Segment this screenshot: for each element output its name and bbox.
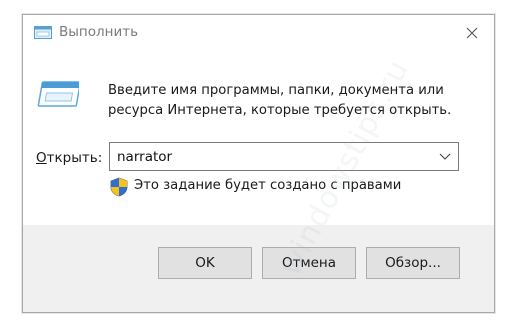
run-dialog: Выполнить Введите имя программы, папки, …	[22, 14, 495, 313]
cancel-button[interactable]: Отмена	[262, 247, 356, 279]
run-icon	[34, 26, 52, 39]
browse-button[interactable]: Обзор...	[366, 247, 460, 279]
open-label: Открыть:	[36, 150, 102, 166]
close-icon	[466, 27, 478, 39]
ok-button[interactable]: OK	[158, 247, 252, 279]
close-button[interactable]	[450, 15, 494, 51]
chevron-down-icon[interactable]	[438, 151, 452, 161]
dialog-description: Введите имя программы, папки, документа …	[108, 83, 452, 118]
title-bar[interactable]: Выполнить	[23, 15, 494, 51]
open-input[interactable]	[110, 143, 430, 170]
open-label-text: ткрыть:	[46, 150, 103, 166]
uac-shield-icon	[110, 177, 128, 197]
run-icon	[37, 81, 79, 107]
open-combobox[interactable]	[109, 142, 459, 171]
open-label-accelerator: О	[36, 150, 47, 166]
admin-rights-note: Это задание будет создано с правами	[134, 178, 402, 193]
window-title: Выполнить	[59, 24, 139, 40]
